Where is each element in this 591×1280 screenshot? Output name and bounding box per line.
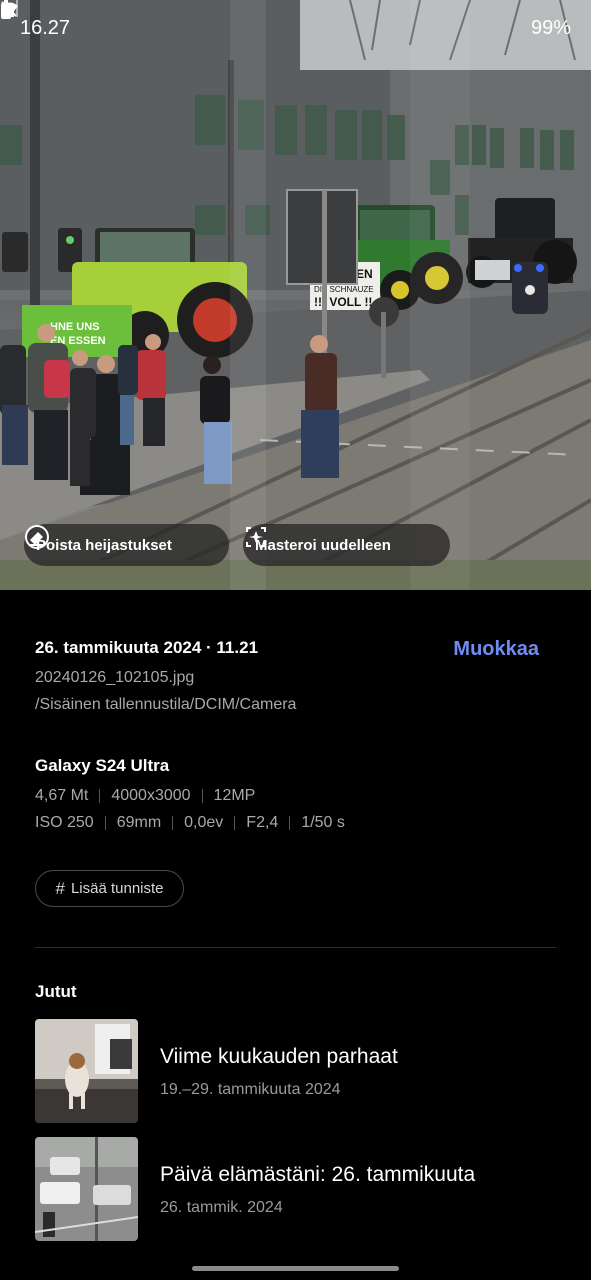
spec-separator	[201, 789, 203, 803]
story-title: Viime kuukauden parhaat	[160, 1045, 398, 1068]
story-title: Päivä elämästäni: 26. tammikuuta	[160, 1163, 476, 1186]
spec-separator	[172, 816, 174, 830]
file-size: 4,67 Mt	[35, 787, 89, 804]
battery-level: 99%	[530, 16, 571, 39]
story-thumbnail	[35, 1019, 138, 1123]
spec-separator	[289, 816, 291, 830]
street-photo: HNE UNS EN ESSEN EN DIE SCHNAUZE !!! VOL…	[0, 0, 591, 590]
add-tag-label: Lisää tunniste	[70, 880, 164, 897]
remove-reflections-label: Poista heijastukset	[36, 536, 172, 554]
spec-separator	[234, 816, 236, 830]
home-indicator[interactable]	[192, 1266, 399, 1271]
megapixels: 12MP	[213, 787, 256, 804]
camera-specs-row: ISO 250 69mm 0,0ev F2,4 1/50 s	[35, 814, 345, 832]
stories-title: Jutut	[35, 982, 77, 1001]
file-path: /Sisäinen tallennustila/DCIM/Camera	[35, 696, 297, 713]
capture-date: 26. tammikuuta 2024 · 11.21	[35, 638, 259, 657]
divider	[35, 947, 556, 948]
spec-separator	[99, 789, 101, 803]
iso: ISO 250	[35, 814, 94, 831]
shutter-speed: 1/50 s	[301, 814, 345, 831]
story-item[interactable]: Viime kuukauden parhaat 19.–29. tammikuu…	[35, 1019, 555, 1123]
hashtag-icon: #	[55, 878, 65, 898]
story-item[interactable]: Päivä elämästäni: 26. tammikuuta 26. tam…	[35, 1137, 555, 1241]
spec-separator	[104, 816, 106, 830]
protest-sign-text-1: EN	[356, 267, 373, 281]
eraser-sparkle-icon	[25, 525, 49, 549]
aperture: F2,4	[246, 814, 279, 831]
photo-viewer[interactable]: HNE UNS EN ESSEN EN DIE SCHNAUZE !!! VOL…	[0, 0, 591, 590]
remaster-label: Masteroi uudelleen	[255, 536, 391, 554]
add-tag-button[interactable]: # Lisää tunniste	[35, 870, 184, 907]
status-bar: 16.27 99%	[0, 0, 591, 56]
story-thumbnail	[35, 1137, 138, 1241]
story-date: 26. tammik. 2024	[160, 1199, 283, 1216]
status-time: 16.27	[20, 16, 71, 39]
exposure-value: 0,0ev	[184, 814, 224, 831]
device-name: Galaxy S24 Ultra	[35, 756, 170, 775]
remaster-button[interactable]: Masteroi uudelleen	[243, 524, 450, 566]
remove-reflections-button[interactable]: Poista heijastukset	[24, 524, 229, 566]
file-name: 20240126_102105.jpg	[35, 669, 195, 686]
tractor-banner-text-1: HNE UNS	[50, 321, 100, 333]
story-date: 19.–29. tammikuuta 2024	[160, 1081, 341, 1098]
status-icons: 99%	[1, 0, 571, 40]
remaster-sparkle-icon	[246, 527, 266, 547]
battery-icon	[1, 0, 11, 19]
focal-length: 69mm	[116, 814, 162, 831]
edit-button[interactable]: Muokkaa	[453, 638, 539, 661]
resolution: 4000x3000	[111, 787, 191, 804]
details-panel: 26. tammikuuta 2024 · 11.21 Muokkaa 2024…	[0, 590, 591, 1280]
file-specs-row: 4,67 Mt 4000x3000 12MP	[35, 787, 255, 805]
